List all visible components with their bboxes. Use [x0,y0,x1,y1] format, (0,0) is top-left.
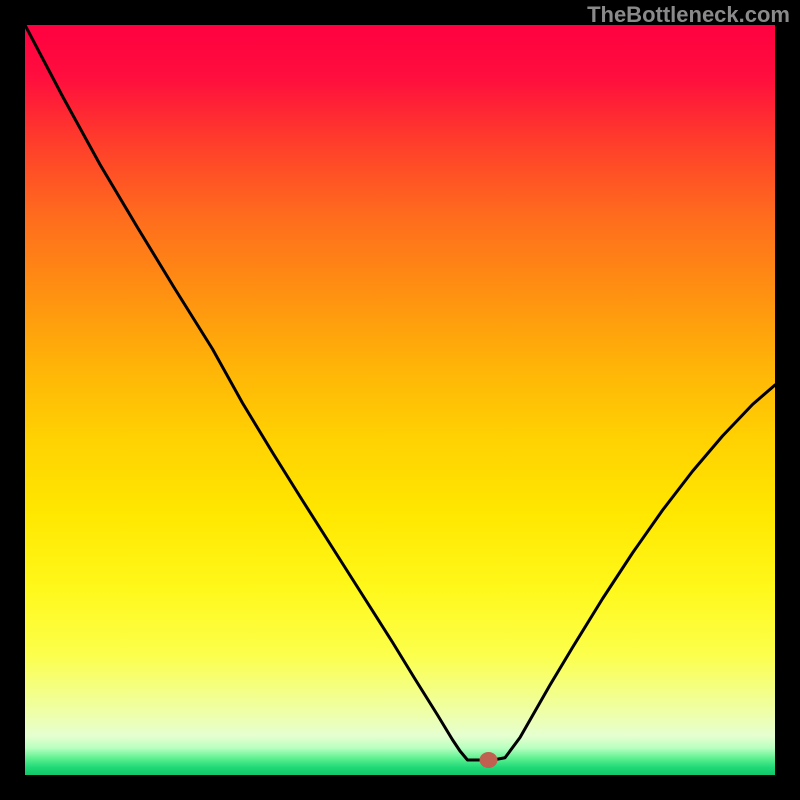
watermark-text: TheBottleneck.com [587,2,790,28]
gradient-background [25,25,775,775]
gradient-rect [25,25,775,775]
chart-container: TheBottleneck.com [0,0,800,800]
plot-area [25,25,775,775]
